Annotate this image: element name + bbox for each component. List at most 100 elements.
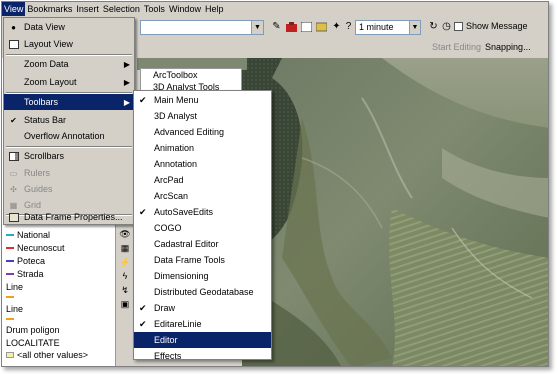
layer-label: Drum poligon bbox=[6, 325, 60, 335]
start-editing-button[interactable]: Start Editing bbox=[432, 42, 481, 52]
interval-combo[interactable]: 1 minute ▼ bbox=[355, 20, 421, 35]
toolbar-item-data-frame-tools[interactable]: Data Frame Tools bbox=[134, 252, 271, 268]
checkbox-box[interactable] bbox=[454, 21, 463, 31]
toolbar-item-editor[interactable]: Editor bbox=[134, 332, 271, 348]
map-scale-combo[interactable]: ▼ bbox=[140, 20, 264, 35]
legend-label: National bbox=[17, 230, 51, 240]
menu-item-label: AutoSaveEdits bbox=[154, 207, 214, 217]
toolbar-item-advanced-editing[interactable]: Advanced Editing bbox=[134, 124, 271, 140]
whats-this-icon[interactable]: ? bbox=[342, 20, 355, 33]
menu-item-label: Zoom Data bbox=[24, 59, 69, 69]
toc-legend-strada: Strada bbox=[6, 269, 44, 279]
toolbar-item-editarelinie[interactable]: ✔ EditareLinie bbox=[134, 316, 271, 332]
toc-legend-line-symbol-2 bbox=[6, 318, 17, 320]
menu-item-label: Status Bar bbox=[24, 115, 67, 125]
menu-window[interactable]: Window bbox=[167, 2, 203, 16]
measure-icon[interactable]: ▦ bbox=[119, 242, 131, 254]
menu-item-label: Dimensioning bbox=[154, 271, 209, 281]
binoculars-icon[interactable]: 👁 bbox=[119, 228, 131, 240]
editor-group: Start Editing Snapping... bbox=[432, 42, 531, 52]
hyperlink-icon[interactable]: ⚡ bbox=[119, 256, 131, 268]
satellite-imagery bbox=[242, 58, 548, 366]
show-message-checkbox[interactable]: Show Message bbox=[454, 21, 528, 31]
checkmark-icon: ✔ bbox=[139, 94, 147, 105]
menu-selection[interactable]: Selection bbox=[101, 2, 142, 16]
toolbar-item-cadastral-editor[interactable]: Cadastral Editor bbox=[134, 236, 271, 252]
catalog-icon[interactable] bbox=[315, 20, 328, 33]
arctoolbox-icon[interactable] bbox=[285, 20, 298, 33]
menu-help[interactable]: Help bbox=[203, 2, 226, 16]
toolbar-item-3d-analyst[interactable]: 3D Analyst bbox=[134, 108, 271, 124]
menu-item-label: Draw bbox=[154, 303, 176, 313]
menu-item-label: COGO bbox=[154, 223, 182, 233]
toolbar-item-main-menu[interactable]: ✔ Main Menu bbox=[134, 92, 271, 108]
toc-legend-necunoscut: Necunoscut bbox=[6, 243, 65, 253]
menu-item-label: Annotation bbox=[154, 159, 198, 169]
snapping-button[interactable]: Snapping... bbox=[485, 42, 531, 52]
interval-value: 1 minute bbox=[359, 22, 394, 32]
checkmark-icon: ✔ bbox=[139, 302, 147, 313]
command-line-icon[interactable] bbox=[300, 20, 313, 33]
menu-insert[interactable]: Insert bbox=[74, 2, 101, 16]
toc-legend-poteca: Poteca bbox=[6, 256, 45, 266]
rulers-icon: ▭ bbox=[9, 168, 18, 178]
legend-label: Poteca bbox=[17, 256, 46, 266]
map-display[interactable] bbox=[242, 58, 548, 366]
menu-item-status-bar[interactable]: ✔ Status Bar bbox=[4, 112, 134, 128]
toc-layer-line[interactable]: Line bbox=[6, 282, 23, 292]
menu-bookmarks[interactable]: Bookmarks bbox=[25, 2, 74, 16]
toolbar-item-dimensioning[interactable]: Dimensioning bbox=[134, 268, 271, 284]
checkmark-icon: ✔ bbox=[10, 115, 17, 125]
chevron-down-icon[interactable]: ▼ bbox=[409, 21, 420, 34]
menu-item-layout-view[interactable]: Layout View bbox=[4, 36, 134, 52]
menu-item-label: Layout View bbox=[24, 39, 73, 49]
menu-item-label: Advanced Editing bbox=[154, 127, 225, 137]
layer-label: LOCALITATE bbox=[6, 338, 60, 348]
time-slider-icon[interactable]: ▣ bbox=[119, 298, 131, 310]
menu-item-label: Editor bbox=[154, 335, 178, 345]
menu-item-label: ArcScan bbox=[154, 191, 189, 201]
menu-item-label: Overflow Annotation bbox=[24, 131, 105, 141]
menu-item-toolbars[interactable]: Toolbars ▶ bbox=[4, 94, 134, 110]
menu-view[interactable]: View bbox=[2, 2, 26, 16]
toolbar-item-animation[interactable]: Animation bbox=[134, 140, 271, 156]
line-symbol-icon bbox=[6, 273, 14, 275]
refresh-icon[interactable]: ↻ bbox=[427, 20, 440, 33]
toc-legend-other-values: <all other values> bbox=[6, 350, 88, 360]
scrollbars-icon bbox=[8, 151, 19, 162]
toc-layer-drum-poligon[interactable]: Drum poligon bbox=[6, 325, 60, 335]
toc-layer-localitate[interactable]: LOCALITATE bbox=[6, 338, 60, 348]
menu-item-label: Zoom Layout bbox=[24, 77, 77, 87]
toolbar-item-draw[interactable]: ✔ Draw bbox=[134, 300, 271, 316]
submenu-arrow-icon: ▶ bbox=[123, 97, 130, 107]
menu-item-scrollbars[interactable]: Scrollbars bbox=[4, 148, 134, 164]
properties-icon bbox=[8, 212, 19, 223]
toolbar-item-annotation[interactable]: Annotation bbox=[134, 156, 271, 172]
route-icon[interactable]: ↯ bbox=[119, 284, 131, 296]
menu-item-label: Distributed Geodatabase bbox=[154, 287, 254, 297]
checkmark-icon: ✔ bbox=[139, 206, 147, 217]
toolbar-item-cogo[interactable]: COGO bbox=[134, 220, 271, 236]
chevron-down-icon[interactable]: ▼ bbox=[251, 21, 263, 34]
clock-icon[interactable]: ◷ bbox=[440, 20, 453, 33]
toolbar-item-distributed-geodatabase[interactable]: Distributed Geodatabase bbox=[134, 284, 271, 300]
line-symbol-icon bbox=[6, 296, 14, 298]
menu-item-overflow-annotation[interactable]: Overflow Annotation bbox=[4, 128, 134, 144]
radio-dot-icon: ● bbox=[11, 22, 16, 32]
toc-layer-line-2[interactable]: Line bbox=[6, 304, 23, 314]
menu-item-data-view[interactable]: ● Data View bbox=[4, 19, 134, 35]
menu-item-zoom-data[interactable]: Zoom Data ▶ bbox=[4, 56, 134, 72]
arctoolbox-title: ArcToolbox bbox=[153, 70, 198, 80]
toolbar-item-arcscan[interactable]: ArcScan bbox=[134, 188, 271, 204]
lightning-icon[interactable]: ϟ bbox=[119, 270, 131, 282]
toolbar-item-autosaveedits[interactable]: ✔ AutoSaveEdits bbox=[134, 204, 271, 220]
editor-toolbar-icon[interactable]: ✎ bbox=[270, 20, 283, 33]
menu-item-zoom-layout[interactable]: Zoom Layout ▶ bbox=[4, 74, 134, 90]
show-message-label: Show Message bbox=[466, 21, 528, 31]
menu-tools[interactable]: Tools bbox=[142, 2, 167, 16]
toolbar-item-effects[interactable]: Effects bbox=[134, 348, 271, 364]
menu-item-data-frame-properties[interactable]: Data Frame Properties... bbox=[4, 209, 134, 225]
toolbar-item-arcpad[interactable]: ArcPad bbox=[134, 172, 271, 188]
layer-label: Line bbox=[6, 282, 24, 292]
layout-view-icon bbox=[8, 39, 19, 50]
